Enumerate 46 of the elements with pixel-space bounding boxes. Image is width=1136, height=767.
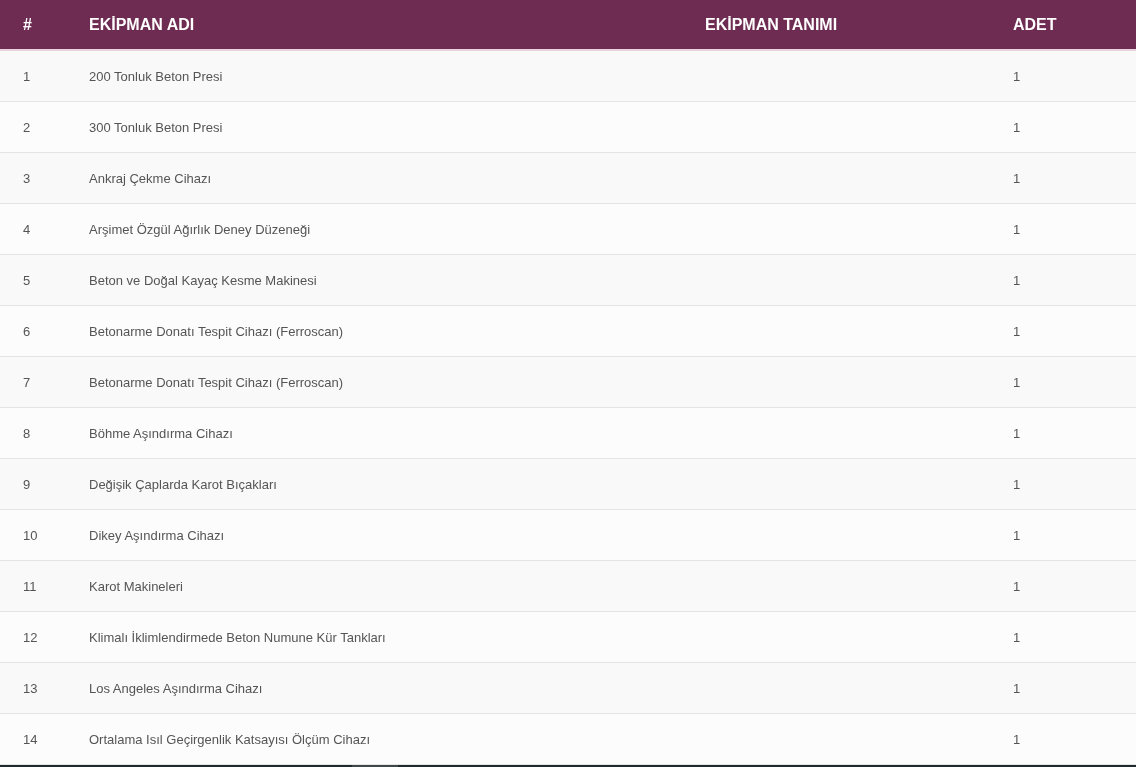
equipment-name: Arşimet Özgül Ağırlık Deney Düzeneği (89, 221, 312, 237)
equipment-name: Betonarme Donatı Tespit Cihazı (Ferroscan) (89, 374, 345, 390)
equipment-name: Klimalı İklimlendirmede Beton Numune Kür Tankları (89, 629, 387, 645)
row-number: 12 (22, 629, 39, 645)
quantity: 1 (1013, 425, 1022, 441)
row-number: 5 (22, 272, 32, 288)
column-header: ADET (1013, 15, 1057, 33)
quantity: 1 (1013, 119, 1022, 135)
quantity: 1 (1013, 170, 1022, 186)
row-number: 7 (22, 374, 32, 390)
quantity: 1 (1013, 221, 1022, 237)
quantity: 1 (1013, 680, 1022, 696)
equipment-name: Böhme Aşındırma Cihazı (89, 425, 234, 441)
column-header: EKİPMAN TANIMI (705, 15, 838, 33)
equipment-name: 200 Tonluk Beton Presi (89, 68, 224, 84)
quantity: 1 (1013, 68, 1022, 84)
equipment-name: Los Angeles Aşındırma Cihazı (89, 680, 264, 696)
column-header: # (23, 15, 32, 33)
quantity: 1 (1013, 323, 1022, 339)
quantity: 1 (1013, 629, 1022, 645)
quantity: 1 (1013, 374, 1022, 390)
row-number: 8 (22, 425, 32, 441)
equipment-name: Değişik Çaplarda Karot Bıçakları (89, 476, 278, 492)
row-number: 9 (22, 476, 32, 492)
column-header: EKİPMAN ADI (89, 15, 195, 33)
equipment-name: Ortalama Isıl Geçirgenlik Katsayısı Ölçüm Cihazı (89, 731, 372, 747)
equipment-name: Betonarme Donatı Tespit Cihazı (Ferroscan) (89, 323, 345, 339)
row-number: 3 (22, 170, 32, 186)
row-number: 6 (22, 323, 32, 339)
equipment-name: Karot Makineleri (89, 578, 184, 594)
equipment-name: Dikey Aşındırma Cihazı (89, 527, 226, 543)
quantity: 1 (1013, 272, 1022, 288)
row-number: 14 (22, 731, 39, 747)
equipment-name: 300 Tonluk Beton Presi (89, 119, 224, 135)
quantity: 1 (1013, 731, 1022, 747)
row-number: 10 (22, 527, 39, 543)
row-number: 2 (22, 119, 32, 135)
equipment-name: Ankraj Çekme Cihazı (89, 170, 213, 186)
quantity: 1 (1013, 578, 1022, 594)
quantity: 1 (1013, 527, 1022, 543)
row-number: 4 (22, 221, 32, 237)
equipment-name: Beton ve Doğal Kayaç Kesme Makinesi (89, 272, 318, 288)
row-number: 11 (22, 578, 38, 594)
row-number: 13 (22, 680, 39, 696)
quantity: 1 (1013, 476, 1022, 492)
row-number: 1 (22, 68, 32, 84)
